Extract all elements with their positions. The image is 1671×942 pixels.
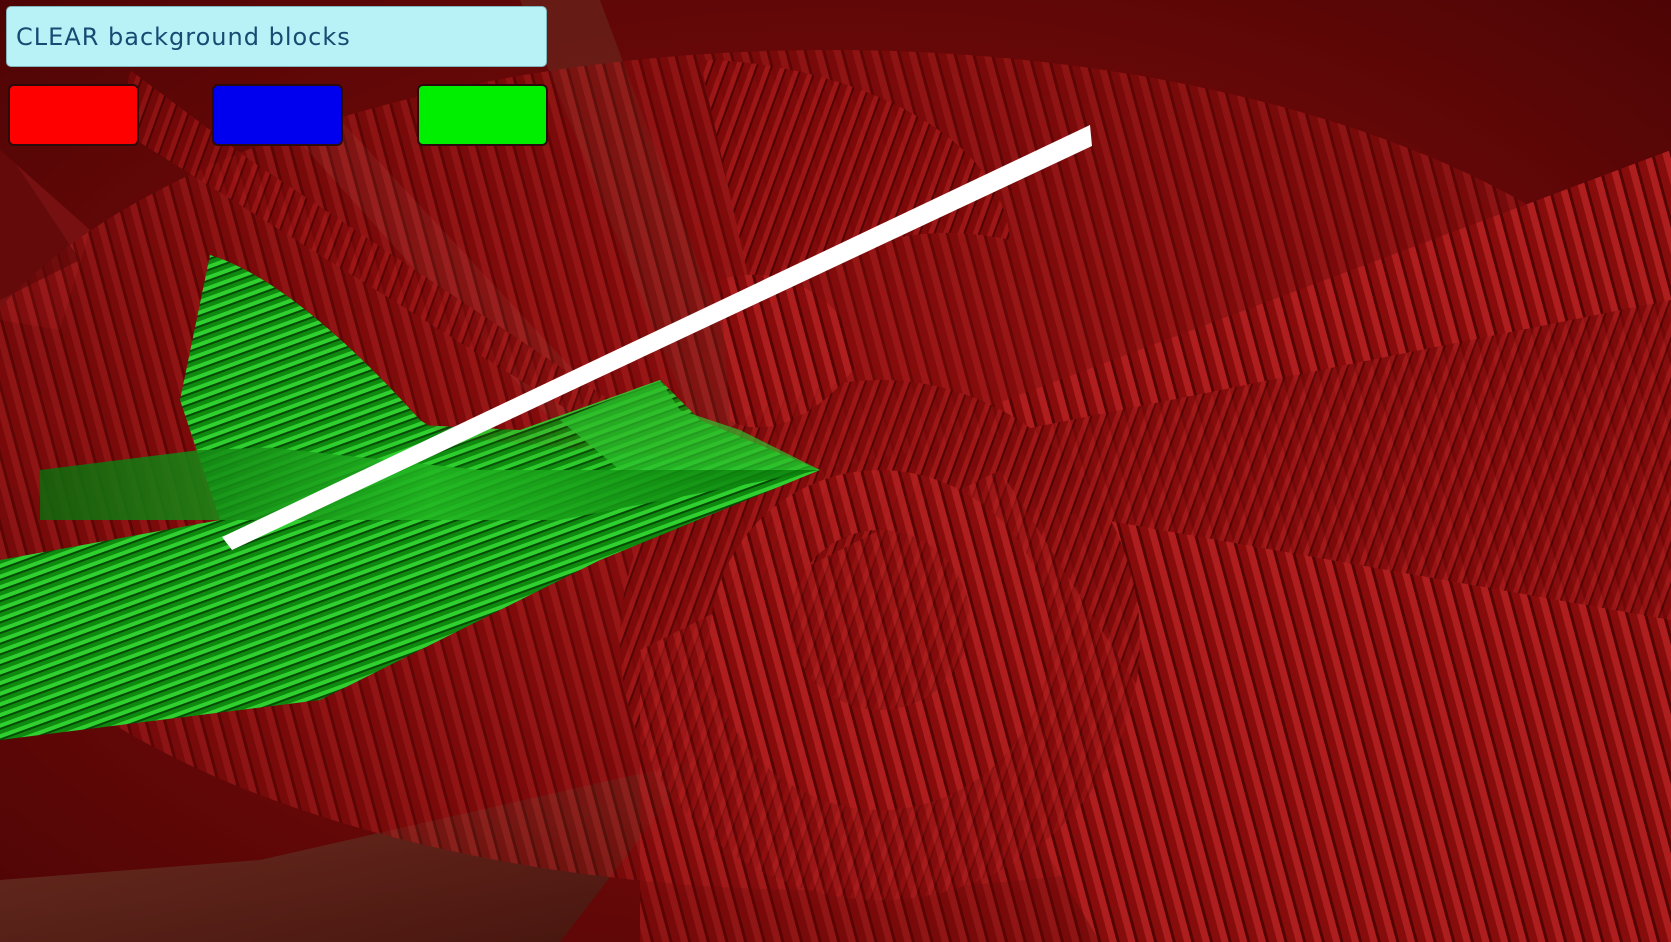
blue-color-button[interactable]: [212, 84, 343, 146]
red-color-button[interactable]: [8, 84, 139, 146]
clear-background-blocks-button[interactable]: CLEAR background blocks: [6, 6, 547, 67]
green-color-button[interactable]: [417, 84, 548, 146]
